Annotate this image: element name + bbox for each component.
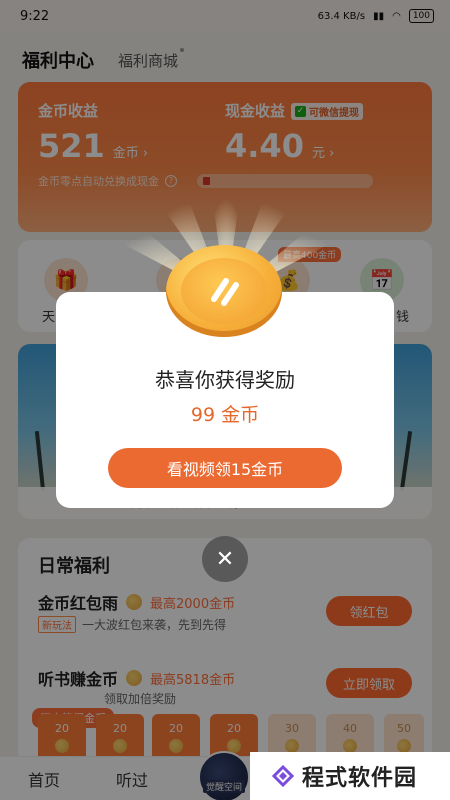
watermark-logo-icon bbox=[272, 765, 294, 787]
reward-amount: 99 金币 bbox=[190, 404, 260, 426]
coin-icon bbox=[166, 245, 282, 337]
coin-face bbox=[181, 258, 267, 324]
watermark-text: 程式软件园 bbox=[302, 766, 418, 791]
dialog-title: 恭喜你获得奖励 bbox=[155, 368, 295, 392]
coin-slash-icon bbox=[211, 278, 239, 306]
close-button[interactable]: ✕ bbox=[202, 536, 248, 582]
watermark: 程式软件园 bbox=[250, 752, 450, 800]
watch-video-button[interactable]: 看视频领15金币 bbox=[108, 448, 342, 488]
